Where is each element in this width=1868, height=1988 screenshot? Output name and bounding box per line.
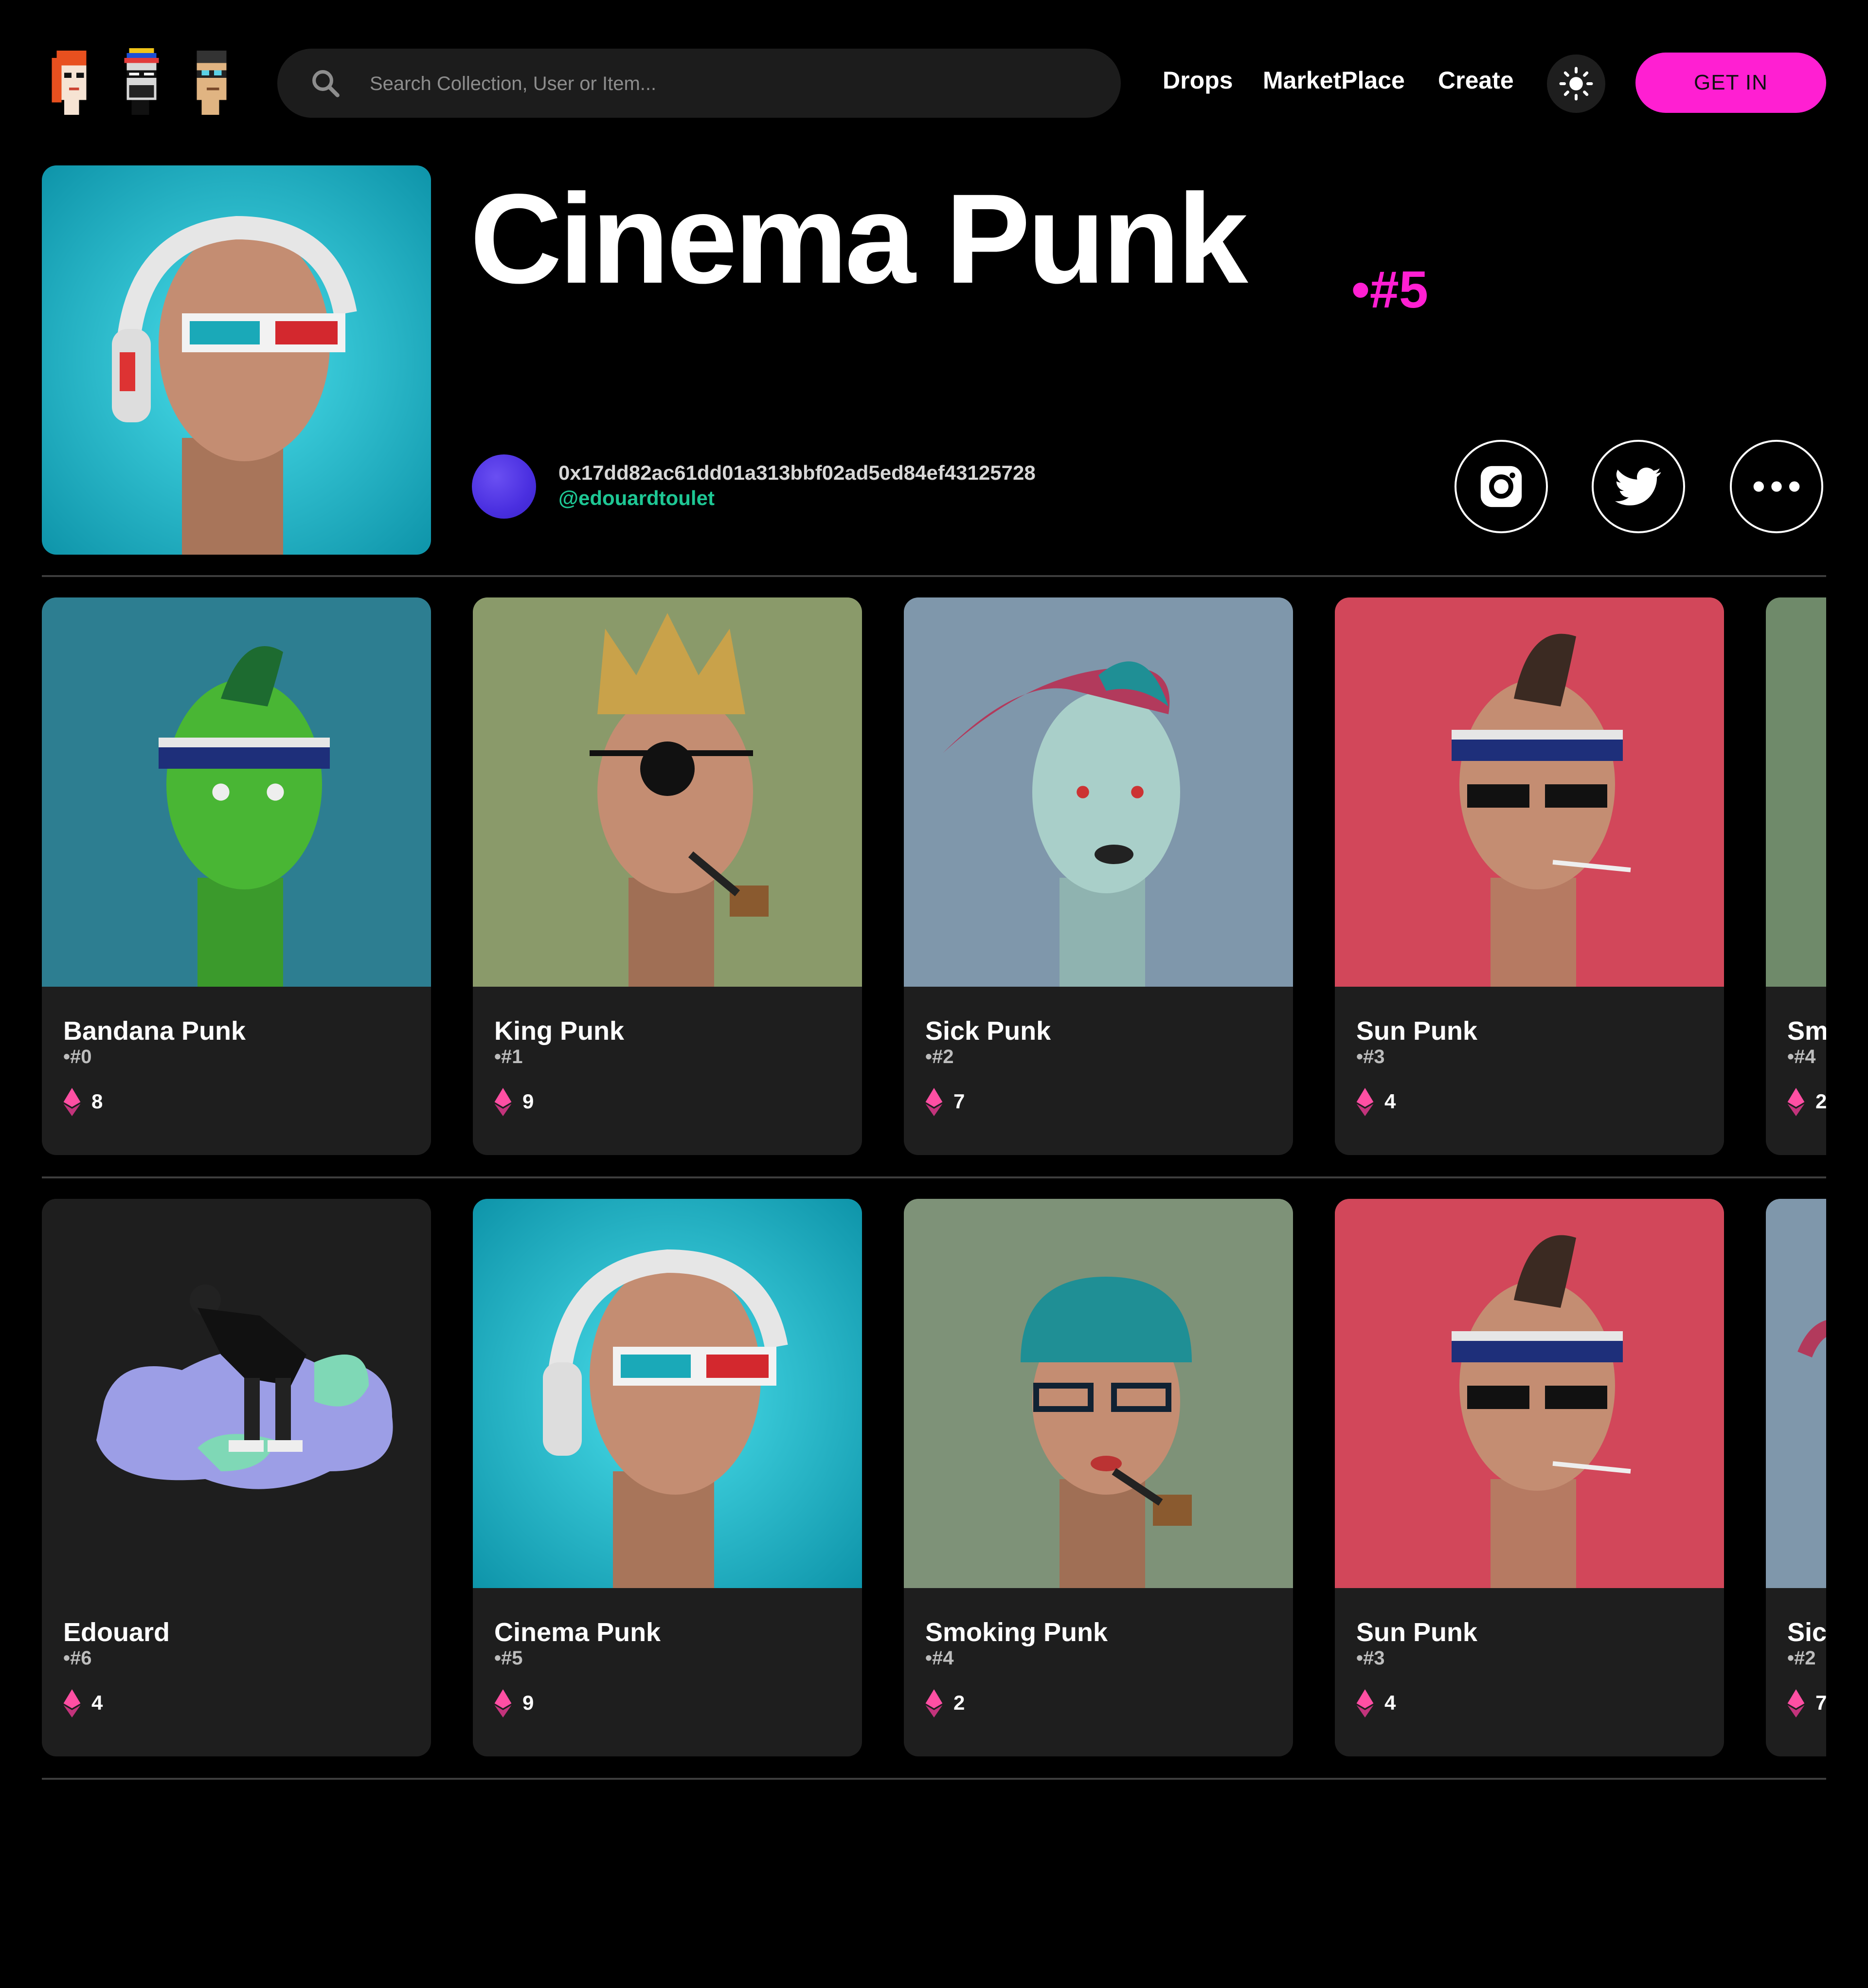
nav-marketplace[interactable]: MarketPlace: [1263, 66, 1405, 94]
owner-avatar[interactable]: [472, 454, 536, 519]
nft-card[interactable]: Sun Punk •#3 4: [1335, 1199, 1724, 1756]
sick-punk-artwork: [1766, 1199, 1826, 1588]
nft-card[interactable]: Sic •#2 7: [1766, 1199, 1826, 1756]
nft-id: •#4: [1787, 1046, 1816, 1067]
nft-name: Cinema Punk: [494, 1618, 661, 1647]
instagram-icon: [1480, 466, 1522, 507]
nft-price: 7: [953, 1090, 965, 1113]
nft-id: •#6: [63, 1647, 92, 1669]
logo[interactable]: [42, 45, 241, 121]
cinema-punk-artwork: [473, 1199, 862, 1588]
nft-id: •#2: [925, 1046, 954, 1067]
nft-price: 4: [1384, 1691, 1396, 1714]
nft-price: 2: [953, 1691, 965, 1714]
collection-title: Cinema Punk: [470, 167, 1248, 310]
token-id: •#5: [1351, 260, 1428, 319]
nft-name: King Punk: [494, 1016, 624, 1046]
nft-name: Bandana Punk: [63, 1016, 246, 1046]
nav-create[interactable]: Create: [1438, 66, 1514, 94]
punk-avatar-glasses-icon: [197, 50, 227, 115]
search-bar[interactable]: [277, 49, 1121, 119]
ethereum-icon: [925, 1689, 943, 1717]
nft-row-1: Bandana Punk •#0 8 King Punk •#1 9 Sick …: [42, 597, 1826, 1155]
nft-name: Sick Punk: [925, 1016, 1051, 1046]
nft-name: Sic: [1787, 1618, 1826, 1647]
search-input[interactable]: [369, 49, 1091, 119]
more-icon: [1753, 481, 1800, 492]
nft-id: •#3: [1356, 1046, 1385, 1067]
featured-nft-image[interactable]: [42, 165, 431, 555]
nft-name: Sm: [1787, 1016, 1826, 1046]
nft-id: •#3: [1356, 1647, 1385, 1669]
owner-address: 0x17dd82ac61dd01a313bbf02ad5ed84ef431257…: [558, 461, 1036, 484]
nft-price: 7: [1815, 1691, 1826, 1714]
nft-card[interactable]: Bandana Punk •#0 8: [42, 597, 431, 1155]
nft-id: •#2: [1787, 1647, 1816, 1669]
nft-card[interactable]: Cinema Punk •#5 9: [473, 1199, 862, 1756]
ethereum-icon: [1787, 1088, 1805, 1116]
sick-punk-artwork: [904, 597, 1293, 987]
nft-card[interactable]: Sm •#4 2: [1766, 597, 1826, 1155]
divider: [42, 1778, 1826, 1780]
theme-toggle-button[interactable]: [1547, 54, 1605, 113]
nft-name: Edouard: [63, 1618, 170, 1647]
sun-punk-artwork: [1335, 597, 1724, 987]
king-punk-artwork: [473, 597, 862, 987]
get-in-button[interactable]: GET IN: [1635, 53, 1826, 113]
nft-price: 9: [522, 1691, 534, 1714]
nft-id: •#1: [494, 1046, 523, 1067]
nft-id: •#0: [63, 1046, 92, 1067]
nft-price: 2: [1815, 1090, 1826, 1113]
nft-name: Sun Punk: [1356, 1016, 1478, 1046]
nft-price: 9: [522, 1090, 534, 1113]
nft-row-2: Edouard •#6 4 Cinema Punk •#5 9 Smoking …: [42, 1199, 1826, 1756]
ethereum-icon: [494, 1689, 512, 1717]
ethereum-icon: [63, 1689, 81, 1717]
bandana-punk-artwork: [42, 597, 431, 987]
instagram-button[interactable]: [1455, 440, 1548, 533]
nft-price: 8: [91, 1090, 103, 1113]
divider: [42, 575, 1826, 577]
nft-name: Smoking Punk: [925, 1618, 1108, 1647]
nft-price: 4: [91, 1691, 103, 1714]
nft-card[interactable]: Smoking Punk •#4 2: [904, 1199, 1293, 1756]
nft-card[interactable]: Edouard •#6 4: [42, 1199, 431, 1756]
smoking-punk-artwork: [904, 1199, 1293, 1588]
punk-avatar-cap-icon: [124, 48, 159, 115]
search-icon: [312, 70, 340, 97]
ethereum-icon: [925, 1088, 943, 1116]
nft-card[interactable]: Sick Punk •#2 7: [904, 597, 1293, 1155]
ethereum-icon: [1787, 1689, 1805, 1717]
more-options-button[interactable]: [1730, 440, 1823, 533]
nft-card[interactable]: King Punk •#1 9: [473, 597, 862, 1155]
ethereum-icon: [1356, 1689, 1374, 1717]
nft-card[interactable]: Sun Punk •#3 4: [1335, 597, 1724, 1155]
ethereum-icon: [63, 1088, 81, 1116]
divider: [42, 1176, 1826, 1178]
sun-punk-artwork: [1335, 1199, 1724, 1588]
punk-avatar-red-hair-icon: [52, 50, 87, 115]
nft-id: •#5: [494, 1647, 523, 1669]
smoking-punk-artwork: [1766, 597, 1826, 987]
nft-name: Sun Punk: [1356, 1618, 1478, 1647]
edouard-artwork: [42, 1199, 431, 1588]
ethereum-icon: [494, 1088, 512, 1116]
ethereum-icon: [1356, 1088, 1374, 1116]
twitter-icon: [1615, 468, 1661, 506]
nav-drops[interactable]: Drops: [1163, 66, 1233, 94]
sun-icon: [1559, 67, 1593, 101]
nft-id: •#4: [925, 1647, 954, 1669]
owner-handle-link[interactable]: @edouardtoulet: [558, 487, 715, 510]
cinema-punk-artwork: [42, 165, 431, 555]
twitter-button[interactable]: [1592, 440, 1685, 533]
nft-price: 4: [1384, 1090, 1396, 1113]
